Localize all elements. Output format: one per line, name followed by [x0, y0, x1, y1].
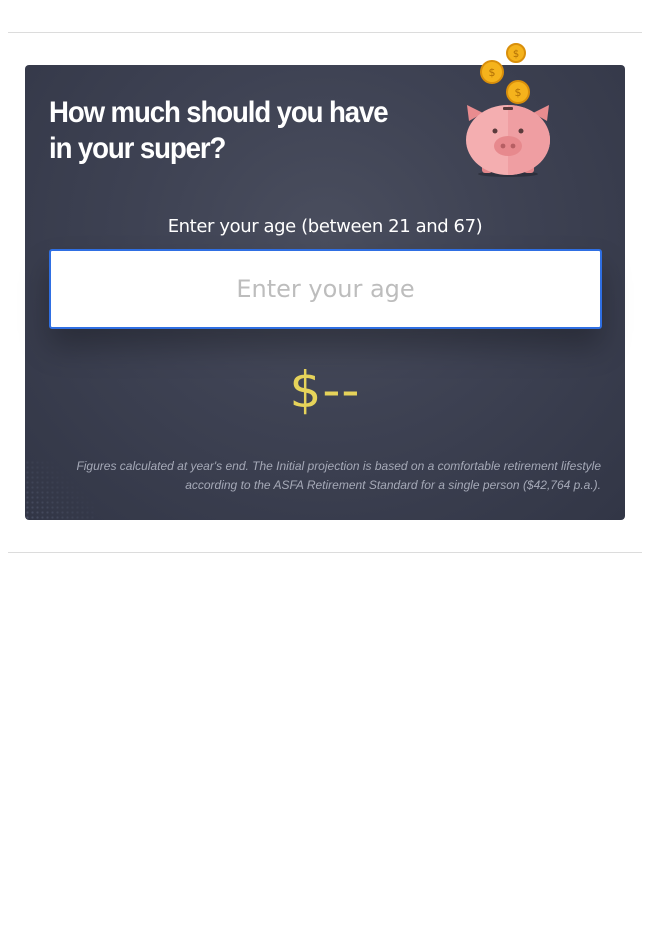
age-input-label: Enter your age (between 21 and 67) [167, 216, 483, 237]
svg-text:$: $ [513, 49, 519, 60]
age-input[interactable] [49, 249, 602, 329]
svg-text:$: $ [489, 66, 496, 79]
piggy-bank-icon [466, 105, 550, 177]
coin-icon: $ [506, 43, 526, 63]
calculator-title: How much should you have in your super? [49, 96, 389, 165]
piggy-bank-illustration: $ $ $ [466, 43, 550, 177]
bottom-divider [8, 552, 642, 553]
super-calculator-card: How much should you have in your super? … [25, 43, 625, 520]
coin-icon: $ [506, 80, 530, 104]
svg-text:$: $ [515, 86, 522, 99]
projection-disclaimer: Figures calculated at year's end. The In… [76, 459, 601, 492]
top-divider [8, 32, 642, 33]
coin-icon: $ [480, 60, 504, 84]
projected-super-result: $-- [289, 361, 361, 419]
